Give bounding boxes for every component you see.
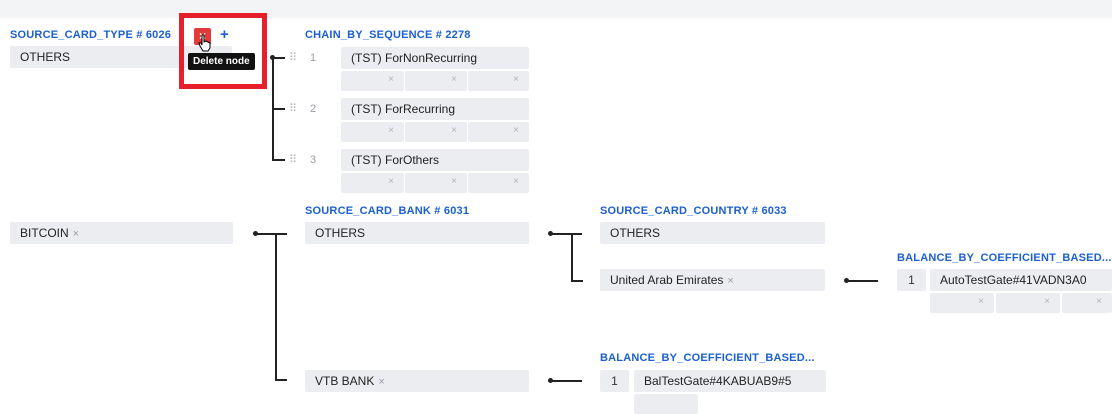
remove-uae-icon[interactable]: ×	[727, 275, 733, 287]
chain-param-cell[interactable]: ×	[468, 122, 529, 142]
chain-index: 3	[310, 154, 317, 166]
header-source-card-bank: SOURCE_CARD_BANK # 6031	[305, 205, 470, 217]
value-vtb-bank[interactable]: VTB BANK ×	[305, 370, 529, 392]
value-others-bank[interactable]: OTHERS	[305, 222, 529, 244]
connector-line	[571, 280, 583, 282]
balance-right-param-cell[interactable]: ×	[930, 293, 994, 313]
balance-mid-gate[interactable]: BalTestGate#4KABUAB9#5	[634, 370, 826, 392]
top-bar	[0, 0, 1112, 18]
drag-handle-icon[interactable]: ⠿	[289, 102, 297, 115]
chain-item[interactable]: (TST) ForRecurring	[341, 98, 529, 120]
value-others-country[interactable]: OTHERS	[600, 222, 825, 244]
connector-dot	[548, 378, 553, 383]
chain-item[interactable]: (TST) ForOthers	[341, 149, 529, 171]
header-balance-coefficient-mid: BALANCE_BY_COEFFICIENT_BASED...	[600, 352, 815, 364]
drag-handle-icon[interactable]: ⠿	[289, 51, 297, 64]
chain-param-cell[interactable]: ×	[468, 71, 529, 91]
connector-line	[551, 233, 582, 235]
connector-line	[571, 233, 573, 282]
drag-handle-icon[interactable]: ⠿	[289, 153, 297, 166]
header-chain-by-sequence: CHAIN_BY_SEQUENCE # 2278	[305, 29, 471, 41]
hand-cursor-icon	[198, 34, 211, 52]
connector-dot	[844, 278, 849, 283]
chain-index: 2	[310, 103, 317, 115]
connector-dot	[548, 231, 553, 236]
connector-line	[275, 379, 287, 381]
chain-item[interactable]: (TST) ForNonRecurring	[341, 47, 529, 69]
connector-dot	[253, 231, 258, 236]
highlight-frame	[179, 13, 267, 89]
balance-right-index[interactable]: 1	[897, 269, 926, 291]
connector-line	[272, 108, 285, 110]
remove-bitcoin-icon[interactable]: ×	[73, 228, 79, 240]
balance-mid-param-cell	[634, 394, 698, 414]
balance-right-param-cell[interactable]: ×	[1062, 293, 1112, 313]
chain-param-cell[interactable]: ×	[341, 71, 404, 91]
chain-param-cell[interactable]: ×	[341, 122, 404, 142]
chain-param-cell[interactable]: ×	[341, 173, 404, 193]
balance-right-gate[interactable]: AutoTestGate#41VADN3A0	[930, 269, 1112, 291]
balance-right-param-cell[interactable]: ×	[996, 293, 1060, 313]
delete-node-tooltip: Delete node	[188, 53, 255, 70]
connector-line	[551, 380, 582, 382]
chain-param-cell[interactable]: ×	[468, 173, 529, 193]
value-uae[interactable]: United Arab Emirates ×	[600, 269, 825, 291]
connector-line	[275, 233, 277, 381]
chain-param-cell[interactable]: ×	[405, 122, 467, 142]
header-source-card-type: SOURCE_CARD_TYPE # 6026	[10, 29, 172, 41]
connector-line	[256, 233, 287, 235]
chain-param-cell[interactable]: ×	[405, 173, 467, 193]
chain-param-cell[interactable]: ×	[405, 71, 467, 91]
connector-line	[847, 280, 878, 282]
chain-index: 1	[310, 52, 317, 64]
remove-vtb-icon[interactable]: ×	[378, 376, 384, 388]
connector-line	[272, 159, 285, 161]
add-node-button[interactable]: +	[220, 26, 229, 43]
balance-mid-index[interactable]: 1	[600, 370, 629, 392]
value-bitcoin[interactable]: BITCOIN ×	[10, 222, 233, 244]
header-balance-coefficient-right: BALANCE_BY_COEFFICIENT_BASED...	[897, 252, 1112, 264]
header-source-card-country: SOURCE_CARD_COUNTRY # 6033	[600, 205, 787, 217]
